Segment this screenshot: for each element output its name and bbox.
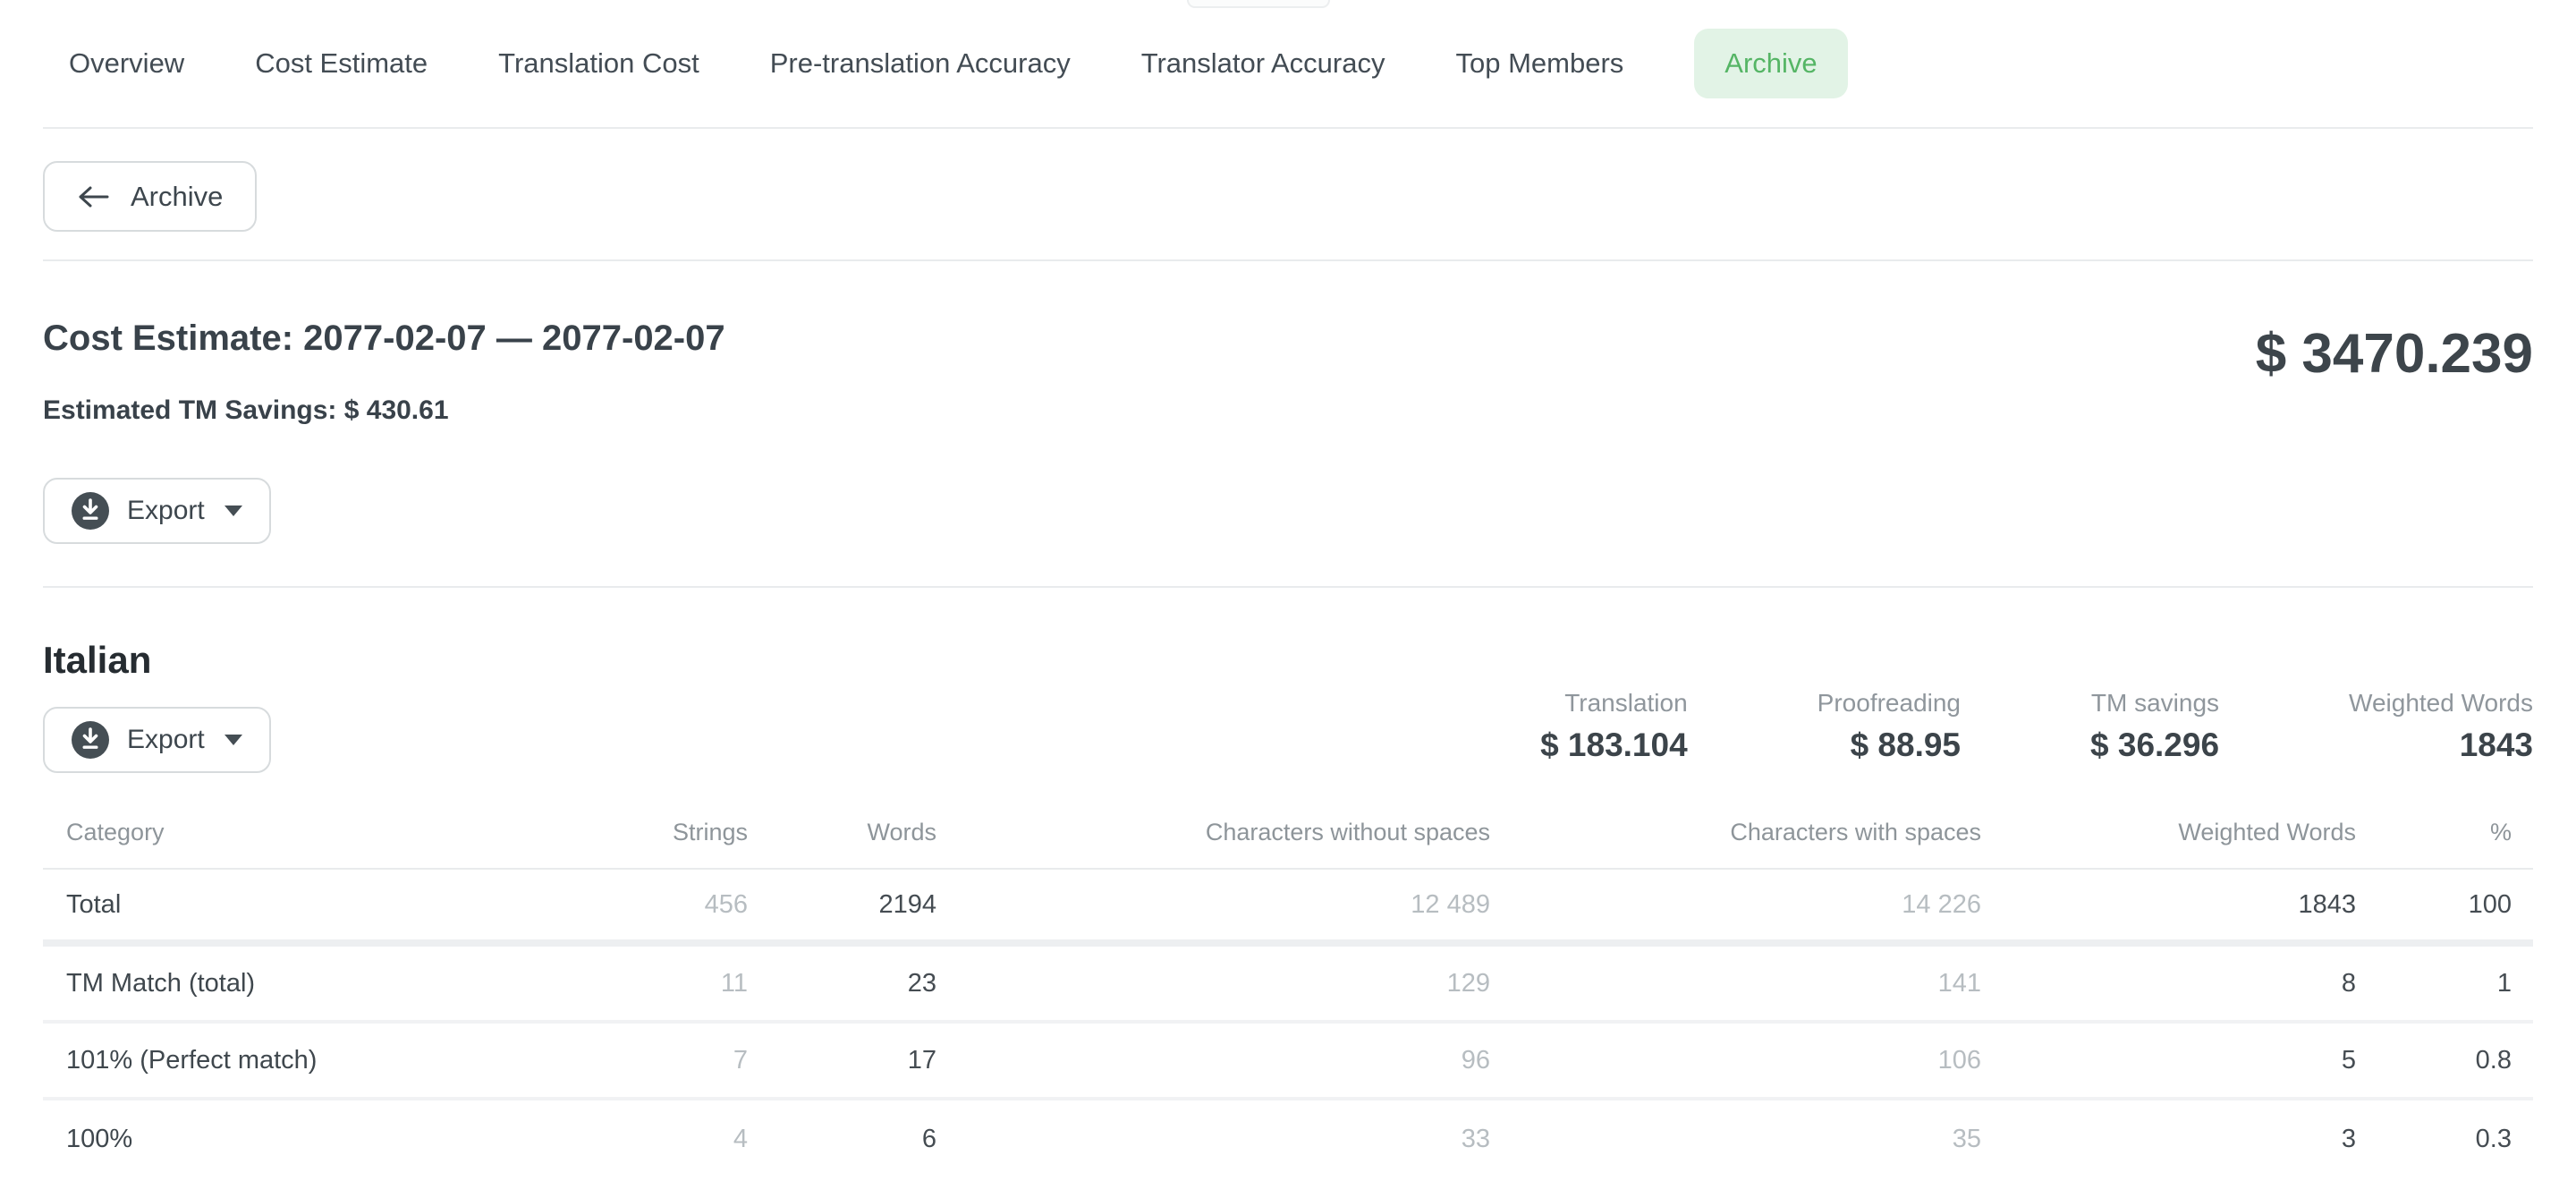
- column-header-chars-without-spaces: Characters without spaces: [936, 819, 1490, 846]
- cell-weighted-words: 3: [1981, 1125, 2356, 1154]
- chevron-down-icon: [225, 735, 242, 745]
- stat-value: 1843: [2349, 726, 2533, 764]
- language-header-left: Italian Export: [43, 635, 271, 773]
- column-header-words: Words: [748, 819, 936, 846]
- cell-strings: 456: [501, 890, 748, 920]
- tab-top-members[interactable]: Top Members: [1455, 47, 1623, 80]
- cell-strings: 7: [501, 1046, 748, 1075]
- cell-strings: 4: [501, 1125, 748, 1154]
- cell-percent: 0.8: [2356, 1046, 2533, 1075]
- stat-value: $ 36.296: [2090, 726, 2219, 764]
- column-header-category: Category: [43, 819, 501, 846]
- archive-back-button[interactable]: Archive: [43, 161, 257, 232]
- table-header-row: Category Strings Words Characters withou…: [43, 796, 2533, 870]
- export-button[interactable]: Export: [43, 478, 271, 544]
- cell-chars-with-spaces: 141: [1490, 969, 1981, 998]
- stat-tm-savings: TM savings $ 36.296: [2090, 689, 2219, 764]
- summary-left: Cost Estimate: 2077-02-07 — 2077-02-07 E…: [43, 317, 725, 544]
- cell-weighted-words: 8: [1981, 969, 2356, 998]
- cell-category: 101% (Perfect match): [43, 1046, 501, 1075]
- cell-words: 6: [748, 1125, 936, 1154]
- tab-translator-accuracy[interactable]: Translator Accuracy: [1141, 47, 1385, 80]
- tab-cost-estimate[interactable]: Cost Estimate: [255, 47, 428, 80]
- language-header: Italian Export Translation $ 183.104: [43, 635, 2533, 773]
- stat-value: $ 183.104: [1540, 726, 1688, 764]
- tm-savings-text: Estimated TM Savings: $ 430.61: [43, 395, 725, 426]
- language-title: Italian: [43, 635, 271, 685]
- report-tabbar: Overview Cost Estimate Translation Cost …: [43, 0, 2533, 129]
- cell-words: 17: [748, 1046, 936, 1075]
- language-stats: Translation $ 183.104 Proofreading $ 88.…: [1540, 689, 2533, 773]
- language-section: Italian Export Translation $ 183.104: [43, 588, 2533, 1177]
- chevron-down-icon: [225, 506, 242, 516]
- back-row: Archive: [43, 129, 2533, 259]
- cell-chars-with-spaces: 35: [1490, 1125, 1981, 1154]
- stat-label: Proofreading: [1818, 689, 1961, 718]
- column-header-percent: %: [2356, 819, 2533, 846]
- tab-pre-translation-accuracy[interactable]: Pre-translation Accuracy: [770, 47, 1071, 80]
- cell-chars-without-spaces: 96: [936, 1046, 1490, 1075]
- page-title: Cost Estimate: 2077-02-07 — 2077-02-07: [43, 317, 725, 360]
- report-tabs: Overview Cost Estimate Translation Cost …: [43, 29, 2533, 98]
- cell-strings: 11: [501, 969, 748, 998]
- column-header-chars-with-spaces: Characters with spaces: [1490, 819, 1981, 846]
- cell-words: 23: [748, 969, 936, 998]
- table-row-total: Total 456 2194 12 489 14 226 1843 100: [43, 870, 2533, 947]
- language-export-button[interactable]: Export: [43, 707, 271, 773]
- table-row-100: 100% 4 6 33 35 3 0.3: [43, 1100, 2533, 1177]
- summary-block: Cost Estimate: 2077-02-07 — 2077-02-07 E…: [43, 261, 2533, 588]
- export-button-label: Export: [127, 496, 205, 526]
- scrolled-element-remnant: [1187, 0, 1330, 8]
- export-button-label: Export: [127, 725, 205, 755]
- tab-archive[interactable]: Archive: [1694, 29, 1847, 98]
- cell-category: Total: [43, 890, 501, 920]
- cell-percent: 1: [2356, 969, 2533, 998]
- cell-chars-without-spaces: 12 489: [936, 890, 1490, 920]
- cell-weighted-words: 5: [1981, 1046, 2356, 1075]
- table-row-101-perfect-match: 101% (Perfect match) 7 17 96 106 5 0.8: [43, 1024, 2533, 1100]
- cell-chars-without-spaces: 129: [936, 969, 1490, 998]
- stat-label: TM savings: [2090, 689, 2219, 718]
- column-header-strings: Strings: [501, 819, 748, 846]
- stat-weighted-words: Weighted Words 1843: [2349, 689, 2533, 764]
- download-icon: [72, 721, 109, 759]
- back-button-label: Archive: [131, 181, 223, 213]
- stat-label: Weighted Words: [2349, 689, 2533, 718]
- cell-percent: 0.3: [2356, 1125, 2533, 1154]
- cost-estimate-table: Category Strings Words Characters withou…: [43, 796, 2533, 1177]
- tab-translation-cost[interactable]: Translation Cost: [498, 47, 699, 80]
- cell-chars-with-spaces: 106: [1490, 1046, 1981, 1075]
- cell-chars-with-spaces: 14 226: [1490, 890, 1981, 920]
- cell-category: 100%: [43, 1125, 501, 1154]
- cell-words: 2194: [748, 890, 936, 920]
- cell-percent: 100: [2356, 890, 2533, 920]
- arrow-left-icon: [77, 184, 111, 209]
- stat-proofreading: Proofreading $ 88.95: [1818, 689, 1961, 764]
- tab-overview[interactable]: Overview: [69, 47, 184, 80]
- download-icon: [72, 492, 109, 530]
- column-header-weighted-words: Weighted Words: [1981, 819, 2356, 846]
- stat-label: Translation: [1540, 689, 1688, 718]
- stat-translation: Translation $ 183.104: [1540, 689, 1688, 764]
- cell-weighted-words: 1843: [1981, 890, 2356, 920]
- total-cost-value: $ 3470.239: [2256, 322, 2533, 386]
- cell-category: TM Match (total): [43, 969, 501, 998]
- report-page: Overview Cost Estimate Translation Cost …: [0, 0, 2576, 1177]
- table-row-tm-match: TM Match (total) 11 23 129 141 8 1: [43, 947, 2533, 1024]
- cell-chars-without-spaces: 33: [936, 1125, 1490, 1154]
- stat-value: $ 88.95: [1818, 726, 1961, 764]
